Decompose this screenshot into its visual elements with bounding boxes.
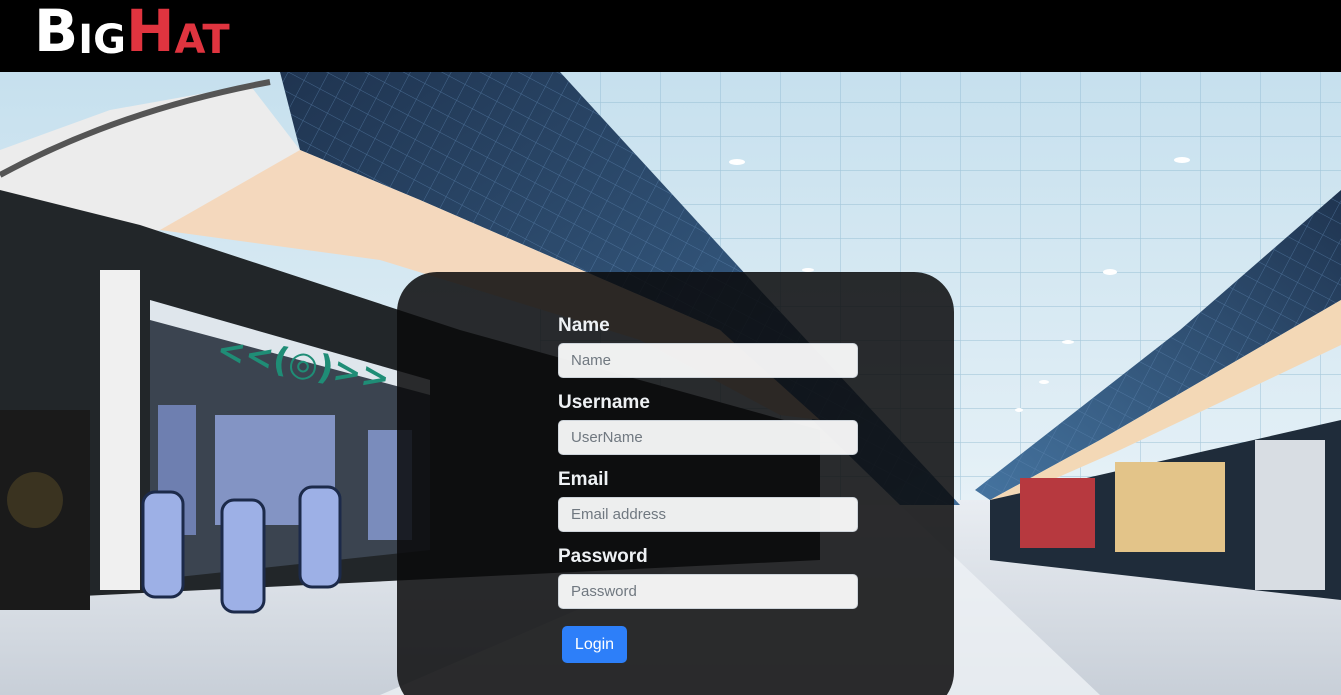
app-root: B IG H AT <<(◎)>> Name Name Username Use… — [0, 0, 1341, 695]
email-input[interactable] — [558, 497, 858, 532]
password-label: Password — [558, 546, 648, 567]
logo-letter-h: H — [125, 0, 175, 65]
password-input[interactable] — [558, 574, 858, 609]
username-label: Username — [558, 392, 650, 413]
login-button[interactable]: Login — [562, 626, 627, 663]
name-label: Name — [558, 315, 610, 336]
email-label: Email — [558, 469, 609, 490]
username-form-group: Username — [558, 389, 858, 455]
logo-letter-b: B — [34, 0, 79, 65]
top-navbar: B IG H AT — [0, 0, 1341, 72]
logo-letters-at: AT — [174, 17, 230, 63]
logo-letters-ig: IG — [78, 17, 126, 63]
password-form-group: Password — [558, 543, 858, 609]
login-card: Name Username Email Password Login — [397, 272, 954, 695]
email-form-group: Email — [558, 466, 858, 532]
bighat-logo[interactable]: B IG H AT — [34, 0, 230, 65]
name-form-group: Name — [558, 312, 858, 378]
username-input[interactable] — [558, 420, 858, 455]
name-input[interactable] — [558, 343, 858, 378]
